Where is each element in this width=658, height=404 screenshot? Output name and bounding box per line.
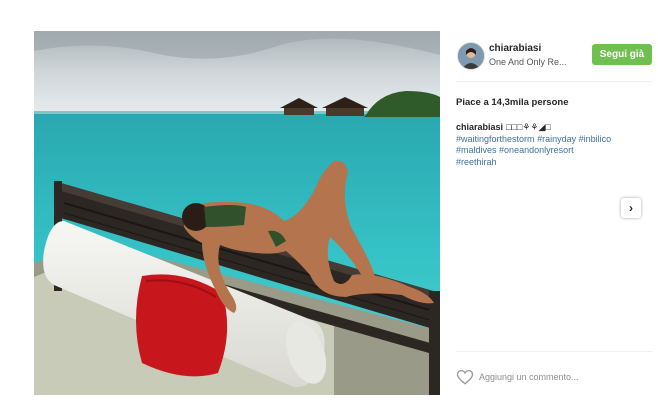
hashtag-link[interactable]: #rainyday	[537, 134, 576, 144]
location-link[interactable]: One And Only Re...	[489, 57, 567, 67]
caption-username[interactable]: chiarabiasi	[456, 122, 503, 132]
comment-divider	[456, 351, 652, 352]
post-photo[interactable]	[34, 31, 440, 395]
comment-row	[446, 365, 652, 389]
heart-outline-icon[interactable]	[456, 368, 474, 386]
avatar[interactable]	[457, 42, 485, 70]
hashtag-link[interactable]: #reethirah	[456, 157, 497, 167]
likes-count[interactable]: Piace a 14,3mila persone	[456, 97, 568, 108]
follow-button[interactable]: Segui già	[592, 44, 652, 65]
beach-photo-image	[34, 31, 440, 395]
hashtag-link[interactable]: #oneandonlyresort	[499, 145, 574, 155]
caption-emoji: □□□⚘⚘◢□	[506, 122, 551, 132]
comment-input[interactable]	[479, 369, 629, 385]
post-header: chiarabiasi One And Only Re... Segui già	[446, 31, 652, 81]
post-sidebar: chiarabiasi One And Only Re... Segui già…	[446, 31, 652, 395]
hashtag-link[interactable]: #waitingforthestorm	[456, 134, 535, 144]
hashtag-link[interactable]: #inbilico	[579, 134, 612, 144]
caption: chiarabiasi □□□⚘⚘◢□ #waitingforthestorm #…	[456, 122, 646, 168]
avatar-image	[458, 43, 484, 69]
username-link[interactable]: chiarabiasi	[489, 43, 541, 54]
header-divider	[456, 81, 652, 82]
hashtag-link[interactable]: #maldives	[456, 145, 497, 155]
